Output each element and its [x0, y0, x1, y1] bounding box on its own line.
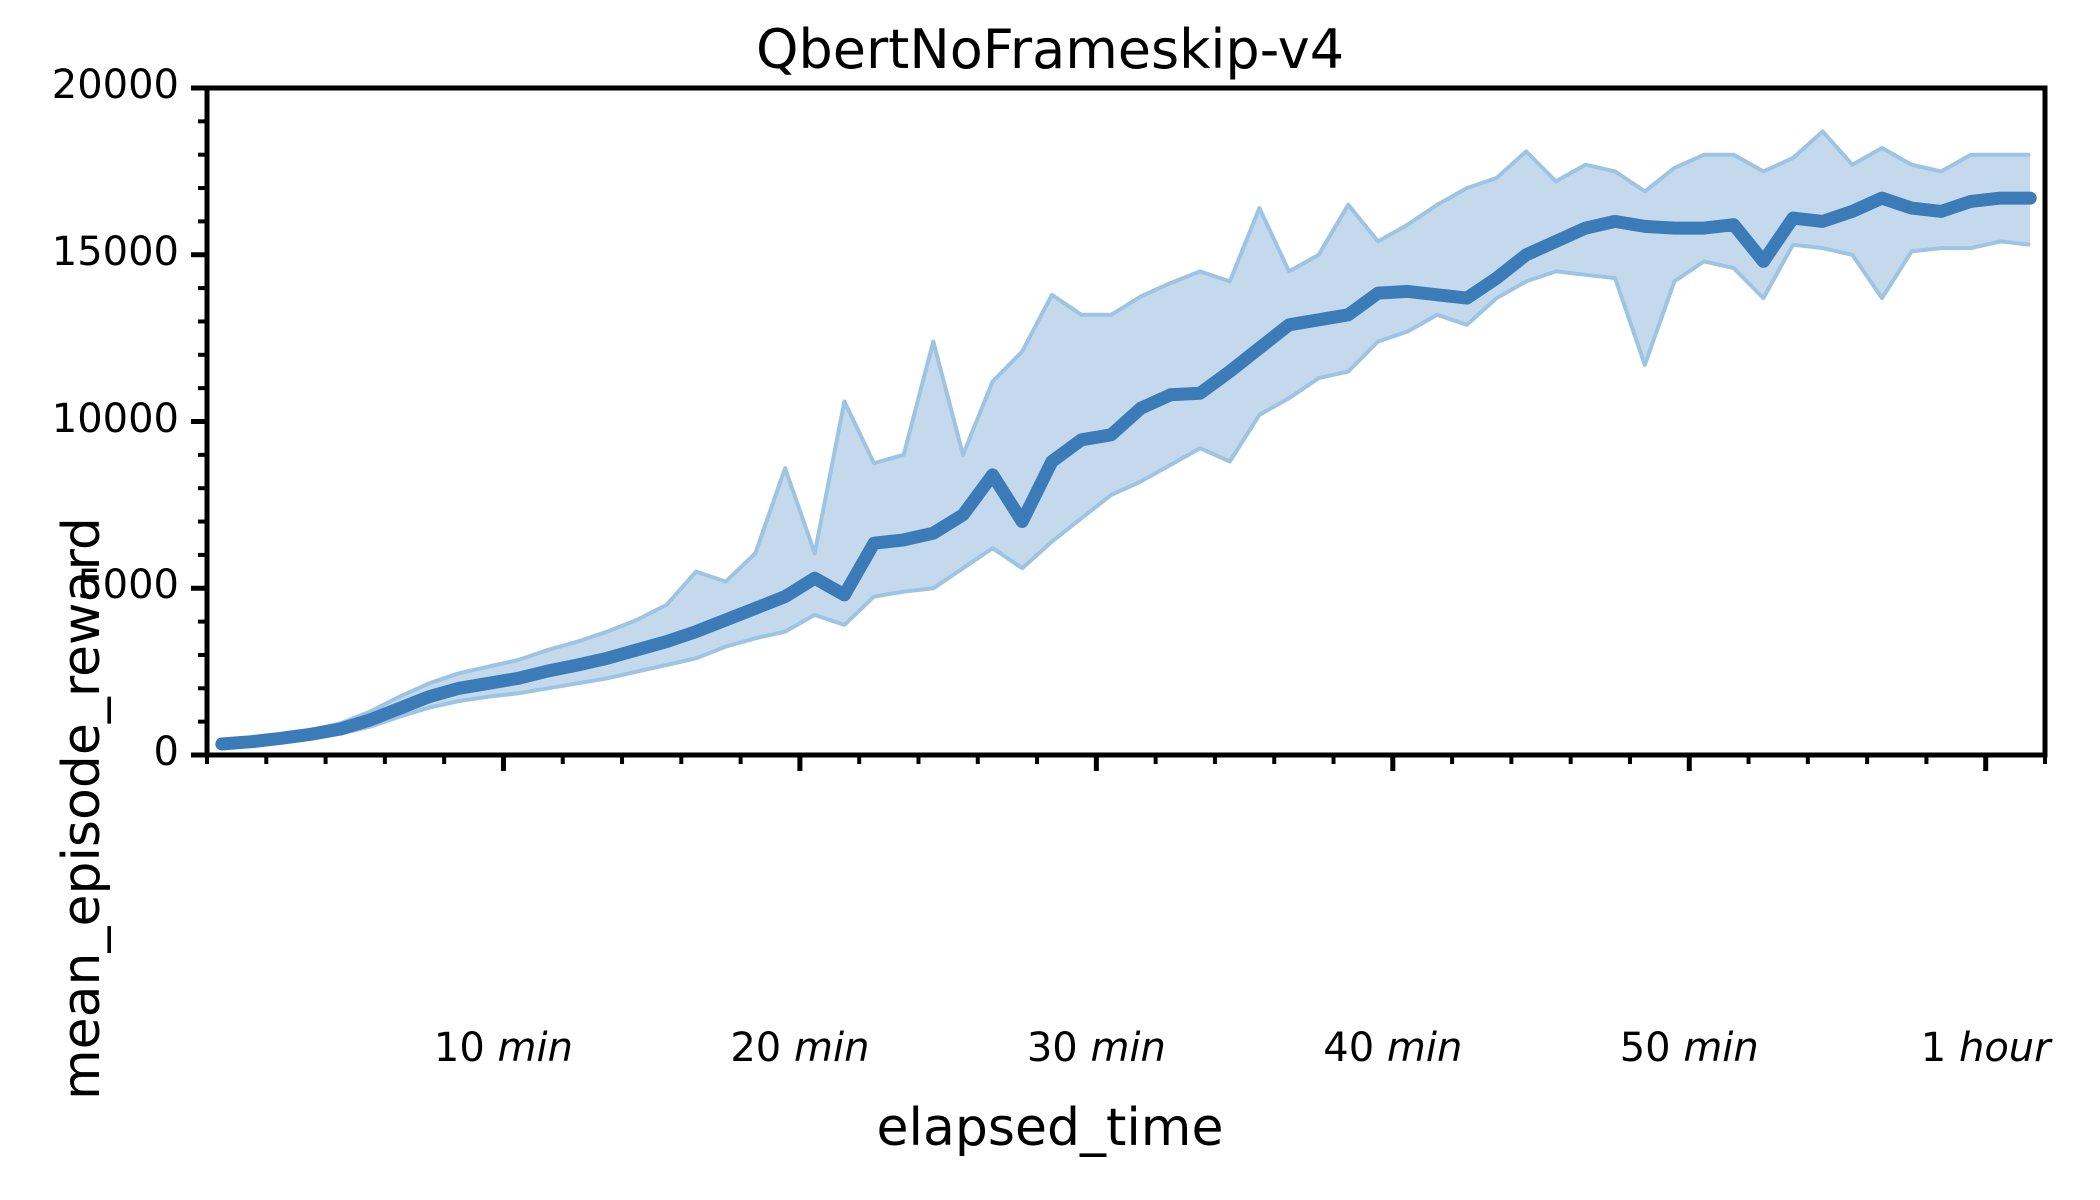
x-tick-value: 20: [730, 1025, 794, 1071]
x-tick-label: 1 hour: [1786, 1025, 2100, 1071]
y-axis-label: mean_episode_reward: [52, 517, 112, 1100]
x-tick-value: 50: [1619, 1025, 1684, 1071]
x-tick-value: 30: [1026, 1025, 1091, 1071]
y-tick-label: 15000: [51, 228, 179, 275]
band-fill: [221, 131, 2031, 746]
y-tick-label: 10000: [51, 395, 179, 442]
x-tick-unit: min: [793, 1025, 870, 1071]
x-tick-value: 1: [1920, 1025, 1959, 1071]
x-tick-unit: min: [1386, 1025, 1463, 1071]
x-tick-unit: hour: [1958, 1025, 2051, 1071]
confidence-band: [221, 129, 2031, 748]
x-tick-unit: min: [1683, 1025, 1759, 1071]
chart-figure: QbertNoFrameskip-v4 0 5000 10000 15000 20000…: [0, 0, 2100, 1200]
x-tick-unit: min: [497, 1025, 573, 1071]
x-axis-label: elapsed_time: [876, 1098, 1224, 1158]
x-tick-value: 10: [433, 1025, 498, 1071]
y-tick-label: 20000: [51, 62, 179, 108]
x-tick-value: 40: [1323, 1025, 1387, 1071]
plot-canvas: [191, 85, 2048, 771]
y-tick-marks: [191, 85, 207, 758]
x-tick-unit: min: [1090, 1025, 1166, 1071]
